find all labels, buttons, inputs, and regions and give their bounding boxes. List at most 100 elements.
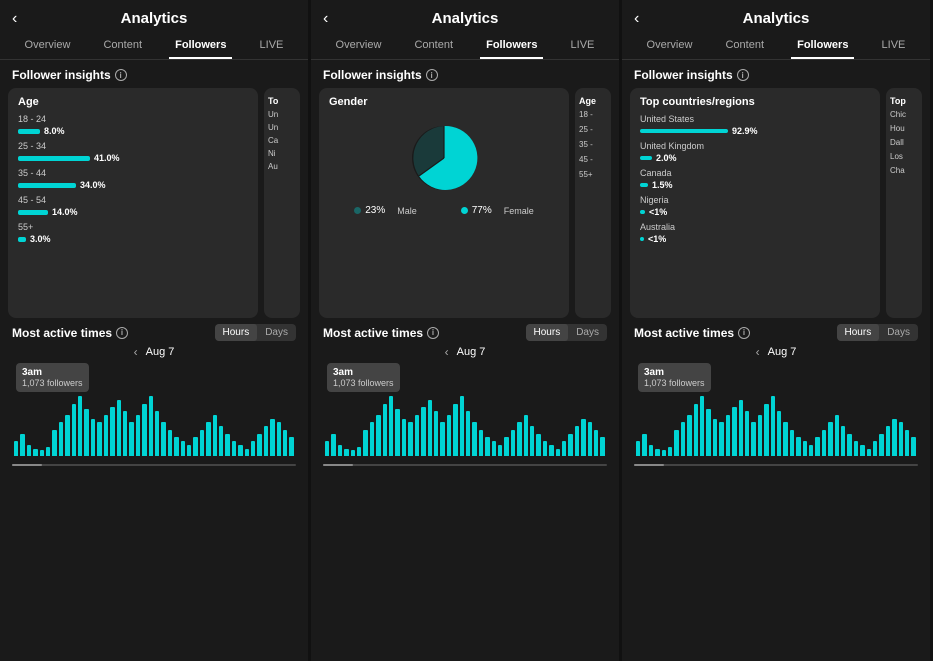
bar-10 (389, 396, 393, 456)
active-times-1: Most active times i Hours Days ‹ Aug 7 3… (0, 318, 308, 460)
bar-37 (873, 441, 877, 456)
female-dot-2 (461, 207, 468, 214)
scrollbar-3[interactable] (634, 464, 918, 466)
back-button-2[interactable]: ‹ (323, 10, 328, 28)
bar-27 (809, 445, 813, 456)
bar-22 (155, 411, 159, 456)
toggle-hours-1[interactable]: Hours (215, 324, 258, 341)
prev-arrow-1[interactable]: ‹ (134, 345, 138, 359)
partial-cities-card-3: Top Chic Hou Dall Los Cha (886, 88, 922, 318)
tab-followers-2[interactable]: Followers (480, 35, 543, 59)
back-button-1[interactable]: ‹ (12, 10, 17, 28)
country-row-au: Australia <1% (640, 222, 870, 244)
tab-overview-1[interactable]: Overview (19, 35, 77, 59)
toggle-hours-3[interactable]: Hours (837, 324, 880, 341)
bar-25 (485, 437, 489, 456)
back-button-3[interactable]: ‹ (634, 10, 639, 28)
tab-content-1[interactable]: Content (97, 35, 148, 59)
bar-34 (543, 441, 547, 456)
bar-39 (264, 426, 268, 456)
tooltip-followers-1: 1,073 followers (22, 378, 83, 388)
active-times-info-2[interactable]: i (427, 327, 439, 339)
pie-container-2: 23% Male 77% Female (329, 114, 559, 220)
partial-age-card-2: Age 18 - 25 - 35 - 45 - 55+ (575, 88, 611, 318)
tab-overview-3[interactable]: Overview (641, 35, 699, 59)
tab-content-2[interactable]: Content (408, 35, 459, 59)
tab-overview-2[interactable]: Overview (330, 35, 388, 59)
bar-6 (363, 430, 367, 456)
bar-3 (655, 449, 659, 457)
bar-8 (65, 415, 69, 456)
follower-insights-title-1: Follower insights i (0, 60, 308, 88)
country-bar-ng (640, 210, 645, 214)
female-legend-2: 77% (461, 204, 492, 216)
prev-arrow-2[interactable]: ‹ (445, 345, 449, 359)
country-bar-au (640, 237, 644, 241)
bar-12 (91, 419, 95, 457)
country-row-us: United States 92.9% (640, 114, 870, 136)
info-icon-1[interactable]: i (115, 69, 127, 81)
bar-6 (52, 430, 56, 456)
bar-10 (78, 396, 82, 456)
toggle-days-3[interactable]: Days (879, 324, 918, 341)
nav-tabs-3: Overview Content Followers LIVE (622, 33, 930, 60)
bar-5 (668, 447, 672, 456)
bar-13 (408, 422, 412, 456)
date-nav-1: ‹ Aug 7 (12, 345, 296, 359)
bar-29 (200, 430, 204, 456)
bar-20 (764, 404, 768, 457)
age-bar-25-1 (18, 156, 90, 161)
bar-30 (517, 422, 521, 456)
bar-21 (460, 396, 464, 456)
bar-4 (351, 450, 355, 456)
toggle-days-2[interactable]: Days (568, 324, 607, 341)
age-row-25-1: 25 - 34 41.0% (18, 141, 248, 163)
info-icon-3[interactable]: i (737, 69, 749, 81)
tab-content-3[interactable]: Content (719, 35, 770, 59)
active-times-info-1[interactable]: i (116, 327, 128, 339)
gender-card-title-2: Gender (329, 96, 559, 108)
bar-1 (642, 434, 646, 457)
toggle-days-1[interactable]: Days (257, 324, 296, 341)
info-icon-2[interactable]: i (426, 69, 438, 81)
bar-33 (847, 434, 851, 457)
follower-insights-title-3: Follower insights i (622, 60, 930, 88)
bar-3 (344, 449, 348, 457)
toggle-group-1: Hours Days (215, 324, 296, 341)
active-times-3: Most active times i Hours Days ‹ Aug 7 3… (622, 318, 930, 460)
tab-live-2[interactable]: LIVE (565, 35, 601, 59)
header-1: ‹ Analytics (0, 0, 308, 33)
bar-12 (402, 419, 406, 457)
scrollbar-1[interactable] (12, 464, 296, 466)
bar-4 (662, 450, 666, 456)
tab-live-1[interactable]: LIVE (254, 35, 290, 59)
bar-30 (206, 422, 210, 456)
bar-5 (46, 447, 50, 456)
tooltip-followers-3: 1,073 followers (644, 378, 705, 388)
bar-8 (376, 415, 380, 456)
active-times-info-3[interactable]: i (738, 327, 750, 339)
tab-live-3[interactable]: LIVE (876, 35, 912, 59)
age-row-18-1: 18 - 24 8.0% (18, 114, 248, 136)
page-title-2: Analytics (432, 10, 499, 27)
tab-followers-1[interactable]: Followers (169, 35, 232, 59)
bar-chart-1 (12, 396, 296, 456)
bar-33 (536, 434, 540, 457)
bar-22 (466, 411, 470, 456)
bar-31 (524, 415, 528, 456)
panel-3: ‹ Analytics Overview Content Followers L… (622, 0, 933, 661)
bar-21 (771, 396, 775, 456)
bar-28 (193, 437, 197, 456)
scrollbar-2[interactable] (323, 464, 607, 466)
bar-0 (325, 441, 329, 456)
bar-31 (835, 415, 839, 456)
bar-39 (575, 426, 579, 456)
age-bar-18-1 (18, 129, 40, 134)
bar-15 (110, 407, 114, 456)
bar-42 (283, 430, 287, 456)
bar-40 (270, 419, 274, 457)
toggle-hours-2[interactable]: Hours (526, 324, 569, 341)
bar-36 (867, 449, 871, 457)
tab-followers-3[interactable]: Followers (791, 35, 854, 59)
prev-arrow-3[interactable]: ‹ (756, 345, 760, 359)
